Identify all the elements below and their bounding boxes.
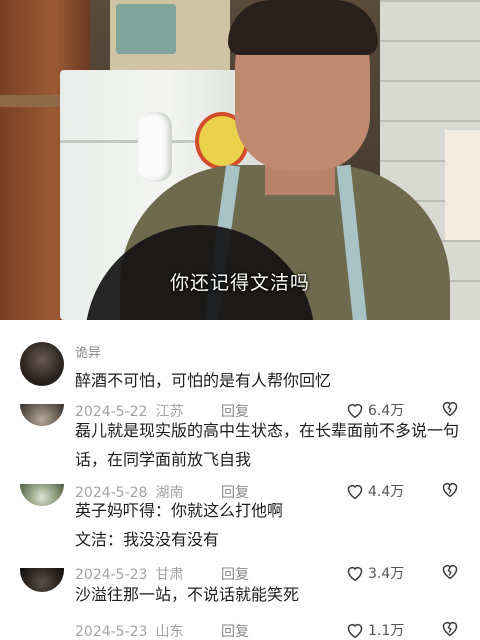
video-frame[interactable]: 你还记得文洁吗 bbox=[0, 0, 480, 320]
comment-text: 醉酒不可怕，可怕的是有人帮你回忆 bbox=[75, 371, 332, 390]
broken-heart-icon bbox=[442, 401, 458, 417]
heart-outline-icon bbox=[347, 623, 363, 639]
like-count: 1.1万 bbox=[368, 623, 405, 639]
video-poster bbox=[445, 130, 480, 240]
dislike-button[interactable] bbox=[440, 619, 460, 640]
comment-username[interactable]: 诡异 bbox=[75, 342, 101, 361]
comment-location: 山东 bbox=[155, 624, 184, 640]
avatar[interactable] bbox=[20, 568, 64, 592]
comment-meta: 2024-5-23 山东 回复 bbox=[75, 621, 249, 640]
video-person-hair bbox=[228, 0, 378, 55]
comment-text: 沙溢往那一站，不说话就能笑死 bbox=[75, 585, 300, 604]
comment-date: 2024-5-23 bbox=[75, 624, 148, 640]
broken-heart-icon bbox=[442, 621, 458, 637]
avatar[interactable] bbox=[20, 484, 64, 506]
video-box bbox=[116, 4, 176, 54]
reply-button[interactable]: 回复 bbox=[221, 621, 249, 640]
avatar[interactable] bbox=[20, 404, 64, 426]
video-magnet bbox=[138, 112, 172, 182]
comment-text: 磊儿就是现实版的高中生状态，在长辈面前不多说一句话，在同学面前放飞自我 bbox=[75, 421, 460, 469]
comment-list: 诡异 醉酒不可怕，可怕的是有人帮你回忆 2024-5-22 江苏 回复 6.4万 … bbox=[0, 320, 480, 640]
avatar[interactable] bbox=[20, 342, 64, 386]
broken-heart-icon bbox=[442, 564, 458, 580]
like-button[interactable]: 1.1万 bbox=[345, 620, 404, 640]
video-subtitle: 你还记得文洁吗 bbox=[169, 272, 310, 294]
comment-text: 英子妈吓得：你就这么打他啊 文洁：我没没有没有 bbox=[75, 501, 284, 549]
